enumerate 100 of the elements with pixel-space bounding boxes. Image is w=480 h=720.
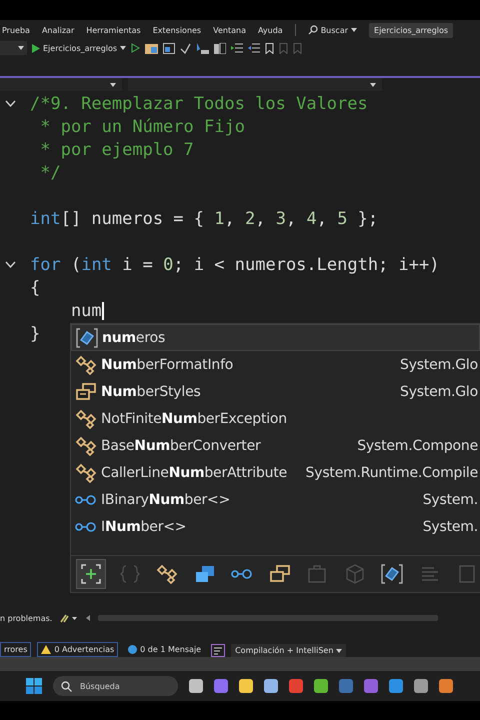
code-line: int[] numeros = { 1, 2, 3, 4, 5 }; bbox=[30, 208, 378, 228]
search-label: Buscar bbox=[320, 26, 348, 34]
briefcase-icon bbox=[307, 564, 327, 584]
solution-name: Ejercicios_arreglos bbox=[369, 22, 454, 38]
filter-button[interactable] bbox=[76, 559, 106, 589]
code-line: for (int i = 0; i < numeros.Length; i++) bbox=[30, 254, 440, 274]
document-icon[interactable] bbox=[214, 42, 226, 54]
caret-icon bbox=[336, 648, 342, 652]
start-icon[interactable] bbox=[26, 678, 42, 694]
class-icon bbox=[75, 462, 97, 482]
caret-icon bbox=[110, 82, 116, 86]
warnings-filter[interactable]: 0 Advertencias bbox=[37, 642, 118, 657]
search-button[interactable]: Buscar bbox=[308, 25, 358, 35]
menu-item[interactable]: Extensiones bbox=[152, 26, 202, 34]
folder-icon[interactable] bbox=[145, 42, 158, 54]
filter-icon[interactable] bbox=[211, 644, 226, 657]
app-icon[interactable] bbox=[314, 679, 328, 693]
collapse-icon[interactable] bbox=[5, 100, 16, 107]
class-icon bbox=[75, 408, 97, 428]
app-icon[interactable] bbox=[214, 679, 228, 693]
code-line: */ bbox=[39, 162, 61, 182]
code-line: num bbox=[70, 300, 104, 320]
class-icon bbox=[75, 436, 97, 456]
expand-icon bbox=[81, 564, 101, 584]
item-label: numeros bbox=[102, 330, 166, 346]
search-icon bbox=[61, 680, 72, 692]
caret-icon bbox=[351, 28, 358, 32]
completion-item[interactable]: BaseNumberConverter System.Compone bbox=[71, 432, 480, 459]
code-line: { bbox=[30, 278, 40, 298]
cube-icon bbox=[344, 564, 364, 584]
run-button[interactable]: Ejercicios_arreglos bbox=[32, 44, 126, 52]
namespace-label: System. bbox=[422, 492, 479, 508]
completion-item[interactable]: IBinaryNumber<> System. bbox=[71, 486, 480, 513]
config-dropdown[interactable] bbox=[0, 41, 27, 55]
code-line: } bbox=[30, 324, 40, 344]
namespace-label: System.Runtime.Compile bbox=[304, 464, 479, 480]
app-icon[interactable] bbox=[189, 679, 203, 693]
completion-item[interactable]: INumber<> System. bbox=[71, 513, 480, 540]
menu-item[interactable]: Prueba bbox=[2, 26, 30, 34]
item-label: NumberStyles bbox=[101, 384, 201, 400]
field-icon bbox=[381, 564, 403, 584]
indent-icon[interactable] bbox=[231, 43, 244, 53]
interface-icon bbox=[75, 494, 97, 506]
item-label: INumber<> bbox=[101, 518, 186, 534]
class-icon bbox=[75, 354, 97, 374]
outdent-icon[interactable] bbox=[248, 43, 260, 53]
namespace-label: System. bbox=[422, 518, 479, 534]
completion-item[interactable]: NumberFormatInfo System.Glo bbox=[71, 351, 480, 378]
code-line: * por ejemplo 7 bbox=[39, 140, 194, 160]
lines-icon bbox=[420, 564, 440, 584]
scope-dropdown[interactable]: Compilación + IntelliSen bbox=[231, 644, 346, 657]
play-icon bbox=[32, 44, 40, 52]
completion-item[interactable]: CallerLineNumberAttribute System.Runtime.Compile bbox=[71, 459, 480, 486]
item-label: NotFiniteNumberException bbox=[101, 410, 287, 426]
caret-icon bbox=[120, 46, 126, 50]
namespace-label: System.Glo bbox=[399, 356, 479, 372]
namespace-label: System.Glo bbox=[399, 384, 479, 400]
enum-icon bbox=[268, 564, 290, 584]
field-icon bbox=[76, 328, 98, 348]
errors-filter[interactable]: rrores bbox=[0, 642, 32, 657]
spellcheck-icon[interactable] bbox=[180, 42, 192, 54]
menu-item[interactable]: Herramientas bbox=[86, 26, 141, 34]
code-line: * por un Número Fijo bbox=[39, 116, 245, 136]
window-icon[interactable] bbox=[163, 42, 176, 54]
item-label: IBinaryNumber<> bbox=[101, 492, 230, 508]
cursor-icon[interactable] bbox=[196, 42, 210, 54]
taskbar-search[interactable]: Búsqueda bbox=[53, 676, 178, 696]
app-icon[interactable] bbox=[389, 679, 403, 693]
square-icon bbox=[459, 564, 475, 584]
braces-icon bbox=[120, 564, 140, 584]
app-icon[interactable] bbox=[264, 679, 278, 693]
item-label: NumberFormatInfo bbox=[101, 356, 234, 372]
play-outline-icon[interactable] bbox=[131, 43, 140, 53]
completion-item[interactable]: NumberStyles System.Glo bbox=[71, 378, 480, 405]
menu-item[interactable]: Analizar bbox=[42, 26, 74, 34]
horizontal-scrollbar[interactable] bbox=[98, 615, 438, 621]
bookmark-icon[interactable] bbox=[265, 42, 274, 54]
app-icon[interactable] bbox=[439, 679, 453, 693]
completion-item[interactable]: NotFiniteNumberException bbox=[71, 405, 480, 432]
app-icon[interactable] bbox=[239, 679, 253, 693]
namespace-label: System.Compone bbox=[356, 438, 479, 454]
messages-filter[interactable]: 0 de 1 Mensaje bbox=[124, 642, 206, 657]
struct-icon bbox=[194, 564, 216, 584]
enum-icon bbox=[75, 382, 97, 402]
collapse-icon[interactable] bbox=[5, 261, 16, 268]
item-label: BaseNumberConverter bbox=[101, 438, 261, 454]
completion-item[interactable]: numeros bbox=[71, 324, 480, 351]
scroll-left-icon[interactable] bbox=[86, 615, 90, 621]
class-icon bbox=[156, 564, 178, 584]
interface-icon bbox=[231, 568, 253, 580]
caret-icon bbox=[18, 46, 24, 50]
search-icon bbox=[308, 25, 318, 35]
menu-item[interactable]: Ayuda bbox=[258, 26, 283, 34]
broom-icon[interactable] bbox=[60, 613, 78, 623]
code-line: /*9. Reemplazar Todos los Valores bbox=[30, 94, 368, 114]
warning-icon bbox=[41, 645, 52, 654]
menu-item[interactable]: Ventana bbox=[213, 26, 246, 34]
app-icon[interactable] bbox=[414, 679, 428, 693]
caret-icon bbox=[370, 82, 376, 86]
problems-status: n problemas. bbox=[0, 614, 52, 622]
